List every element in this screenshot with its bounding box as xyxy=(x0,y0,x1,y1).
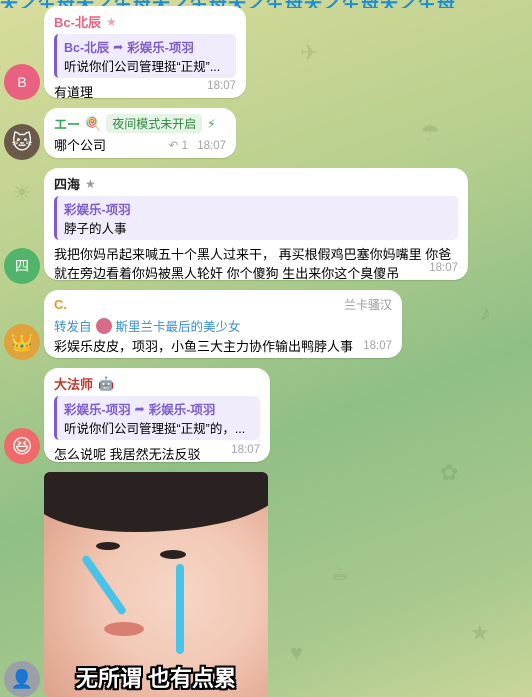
forward-avatar xyxy=(95,317,112,334)
reply-text: 听说你们公司管理挺“正规”... xyxy=(64,60,221,74)
sender-name[interactable]: Bc-北辰 xyxy=(54,12,101,31)
reply-text: 听说你们公司管理挺“正规”的，... xyxy=(64,422,246,436)
character-avatar-icon: 👑 xyxy=(10,331,34,352)
avatar[interactable]: 🐱 xyxy=(4,124,40,160)
sticker-tear-right xyxy=(176,564,184,654)
forward-arrow-icon: ➦ xyxy=(113,39,124,54)
message-bubble[interactable]: エー 🍭 夜间模式未开启 ⚡ 哪个公司 ↶ 1 18:07 xyxy=(44,108,236,158)
star-icon: ★ xyxy=(85,176,96,191)
forward-prefix: 转发自 xyxy=(54,320,92,334)
forward-arrow-icon: ➦ xyxy=(134,401,145,416)
forward-header[interactable]: 转发自 斯里兰卡最后的美少女 xyxy=(54,316,392,335)
sticker-eye-right xyxy=(160,550,186,559)
sticker-image[interactable]: 无所谓 也有点累 xyxy=(44,472,268,697)
night-mode-badge: 夜间模式未开启 xyxy=(106,114,203,133)
message-bubble[interactable]: 大法师 🤖 彩娱乐-项羽 ➦ 彩娱乐-项羽 听说你们公司管理挺“正规”的，...… xyxy=(44,368,270,462)
background-doodle: ✿ xyxy=(440,460,459,485)
sticker-caption: 无所谓 也有点累 xyxy=(75,666,237,691)
robot-icon: 🤖 xyxy=(98,375,115,391)
sender-name[interactable]: C. xyxy=(54,297,67,312)
sticker-mouth xyxy=(104,622,144,636)
avatar[interactable]: 👑 xyxy=(4,324,40,360)
lollipop-icon: 🍭 xyxy=(85,115,102,131)
sender-name[interactable]: エー xyxy=(54,114,80,133)
background-doodle: ✈ xyxy=(300,40,319,65)
message-bubble[interactable]: C. 兰卡骚汉 转发自 斯里兰卡最后的美少女 彩娱乐皮皮，项羽，小鱼三大主力协作… xyxy=(44,290,402,358)
reply-target: 彩娱乐-项羽 xyxy=(148,403,216,417)
background-doodle: ☂ xyxy=(420,120,440,145)
reply-text: 脖子的人事 xyxy=(64,222,127,236)
star-icon: ★ xyxy=(105,14,117,29)
laughing-avatar-icon: 😆 xyxy=(11,435,33,458)
reply-sender: Bc-北辰 xyxy=(64,41,110,55)
avatar[interactable]: 👤 xyxy=(4,661,40,697)
reply-icon[interactable]: ↶ xyxy=(169,140,179,152)
avatar[interactable]: 四 xyxy=(4,248,40,284)
sender-name[interactable]: 四海 xyxy=(54,174,80,193)
message-text: 彩娱乐皮皮，项羽，小鱼三大主力协作输出鸭脖人事 xyxy=(54,339,354,354)
message-time: 18:07 xyxy=(429,262,458,274)
reply-preview[interactable]: 彩娱乐-项羽 脖子的人事 xyxy=(54,196,458,240)
reply-preview[interactable]: Bc-北辰 ➦ 彩娱乐-项羽 听说你们公司管理挺“正规”... xyxy=(54,34,236,78)
person-avatar-icon: 👤 xyxy=(10,668,34,689)
message-time: 18:07 xyxy=(231,444,260,456)
sticker-hair xyxy=(44,472,268,532)
reply-sender: 彩娱乐-项羽 xyxy=(64,403,131,417)
avatar[interactable]: B xyxy=(4,64,40,100)
message-time: 18:07 xyxy=(363,340,392,352)
message-bubble[interactable]: 四海 ★ 彩娱乐-项羽 脖子的人事 我把你妈吊起来喊五十个黑人过来干， 再买根假… xyxy=(44,168,468,281)
reply-target: 彩娱乐-项羽 xyxy=(127,41,194,55)
message-bubble[interactable]: Bc-北辰 ★ Bc-北辰 ➦ 彩娱乐-项羽 听说你们公司管理挺“正规”... … xyxy=(44,6,246,100)
background-doodle: ☀ xyxy=(12,180,32,205)
message-text: 我把你妈吊起来喊五十个黑人过来干， 再买根假鸡巴塞你妈嘴里 你爸就在旁边看着你妈… xyxy=(54,247,452,281)
background-doodle: ★ xyxy=(470,620,490,645)
background-doodle: ♪ xyxy=(480,300,491,325)
reply-preview[interactable]: 彩娱乐-项羽 ➦ 彩娱乐-项羽 听说你们公司管理挺“正规”的，... xyxy=(54,396,260,440)
message-time: 18:07 xyxy=(207,80,236,92)
reply-sender: 彩娱乐-项羽 xyxy=(64,203,131,217)
sticker-tear-left xyxy=(80,554,128,616)
sticker-eye-left xyxy=(96,542,120,550)
bolt-icon: ⚡ xyxy=(207,116,216,131)
sender-tag: 兰卡骚汉 xyxy=(343,298,392,312)
message-text: 怎么说呢 我居然无法反驳 xyxy=(54,447,201,462)
forward-source: 斯里兰卡最后的美少女 xyxy=(115,320,241,334)
background-doodle: ☕ xyxy=(330,560,350,585)
reply-count: 1 xyxy=(181,140,189,152)
background-doodle: ♥ xyxy=(290,640,304,665)
message-time: 18:07 xyxy=(197,140,226,152)
cat-avatar-icon: 🐱 xyxy=(11,131,33,154)
sender-name[interactable]: 大法师 xyxy=(54,374,93,393)
avatar[interactable]: 😆 xyxy=(4,428,40,464)
